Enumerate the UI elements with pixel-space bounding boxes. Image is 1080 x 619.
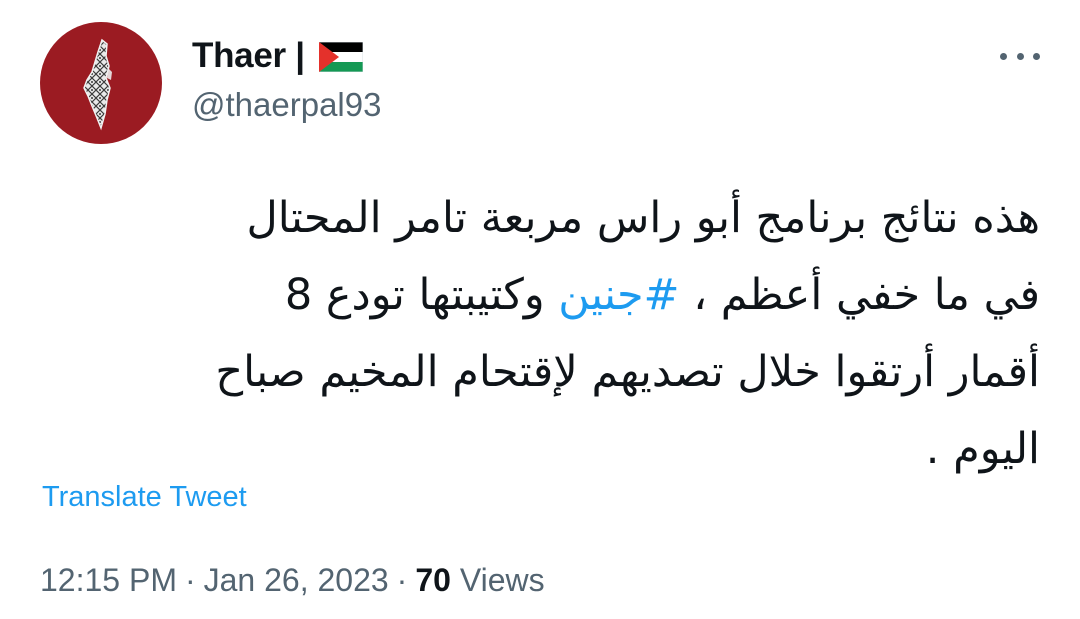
avatar[interactable] — [40, 22, 162, 144]
separator: · — [184, 562, 196, 598]
views-count: 70 — [415, 562, 451, 598]
name-row: Thaer | — [192, 34, 381, 78]
tweet-line: اليوم . — [925, 424, 1040, 474]
separator: · — [396, 562, 408, 598]
tweet-date[interactable]: Jan 26, 2023 — [204, 562, 389, 598]
palestine-flag-icon — [318, 42, 363, 72]
palestine-map-keffiyeh-avatar — [83, 38, 112, 131]
more-horizontal-icon[interactable] — [1000, 44, 1040, 68]
tweet-text-fragment: وكتيبتها تودع 8 — [284, 270, 559, 320]
tweet-text: هذه نتائج برنامج أبو راس مربعة تامر المح… — [40, 180, 1040, 488]
tweet-line: هذه نتائج برنامج أبو راس مربعة تامر المح… — [246, 193, 1040, 243]
hashtag-link[interactable]: #جنين — [558, 270, 679, 320]
tweet-text-fragment: في ما خفي أعظم ، — [679, 270, 1040, 320]
tweet-time[interactable]: 12:15 PM — [40, 562, 177, 598]
translate-tweet-link[interactable]: Translate Tweet — [42, 481, 247, 514]
tweet-line: أقمار أرتقوا خلال تصديهم لإقتحام المخيم … — [215, 347, 1040, 397]
tweet-line: في ما خفي أعظم ، #جنين وكتيبتها تودع 8 — [40, 257, 1040, 334]
views-label: Views — [459, 562, 545, 598]
more-dot — [1033, 52, 1040, 60]
user-handle[interactable]: @thaerpal93 — [192, 86, 381, 124]
tweet-meta: 12:15 PM · Jan 26, 2023 · 70 Views — [40, 562, 545, 599]
more-dot — [1000, 52, 1007, 60]
author-info: Thaer | @thaerpal93 — [192, 34, 381, 124]
tweet-card: Thaer | @thaerpal93 هذه نتائج برنامج أبو… — [0, 0, 1080, 619]
display-name[interactable]: Thaer | — [192, 36, 305, 76]
more-dot — [1016, 52, 1024, 60]
